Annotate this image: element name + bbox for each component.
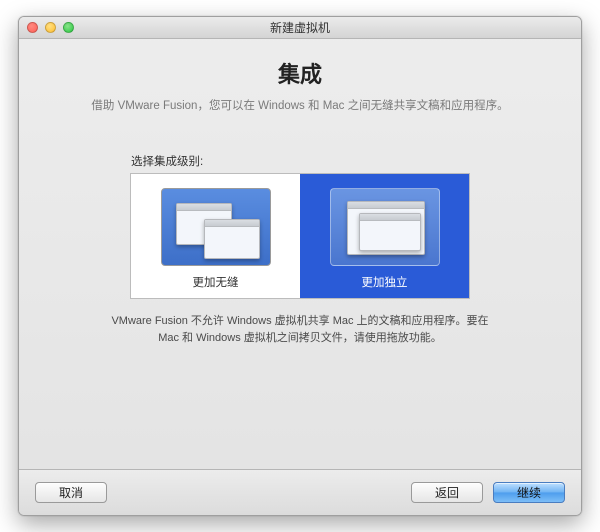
content-area: 集成 借助 VMware Fusion，您可以在 Windows 和 Mac 之… [19, 39, 581, 469]
option-isolated-label: 更加独立 [362, 274, 408, 290]
page-subheading: 借助 VMware Fusion，您可以在 Windows 和 Mac 之间无缝… [49, 97, 551, 113]
option-isolated[interactable]: 更加独立 [300, 174, 469, 298]
continue-button[interactable]: 继续 [493, 482, 565, 503]
cancel-button[interactable]: 取消 [35, 482, 107, 503]
page-heading: 集成 [49, 57, 551, 89]
button-bar: 取消 返回 继续 [19, 469, 581, 515]
seamless-thumbnail-icon [161, 188, 271, 266]
back-button[interactable]: 返回 [411, 482, 483, 503]
isolated-thumbnail-icon [330, 188, 440, 266]
dialog-window: 新建虚拟机 集成 借助 VMware Fusion，您可以在 Windows 和… [18, 16, 582, 516]
option-seamless-label: 更加无缝 [193, 274, 239, 290]
option-seamless[interactable]: 更加无缝 [131, 174, 300, 298]
titlebar: 新建虚拟机 [19, 17, 581, 39]
window-title: 新建虚拟机 [27, 19, 573, 36]
minimize-icon[interactable] [45, 22, 56, 33]
option-description: VMware Fusion 不允许 Windows 虚拟机共享 Mac 上的文稿… [100, 313, 500, 346]
close-icon[interactable] [27, 22, 38, 33]
zoom-icon[interactable] [63, 22, 74, 33]
window-controls [27, 22, 74, 33]
section-label: 选择集成级别: [131, 153, 551, 169]
integration-options: 更加无缝 更加独立 [130, 173, 470, 299]
